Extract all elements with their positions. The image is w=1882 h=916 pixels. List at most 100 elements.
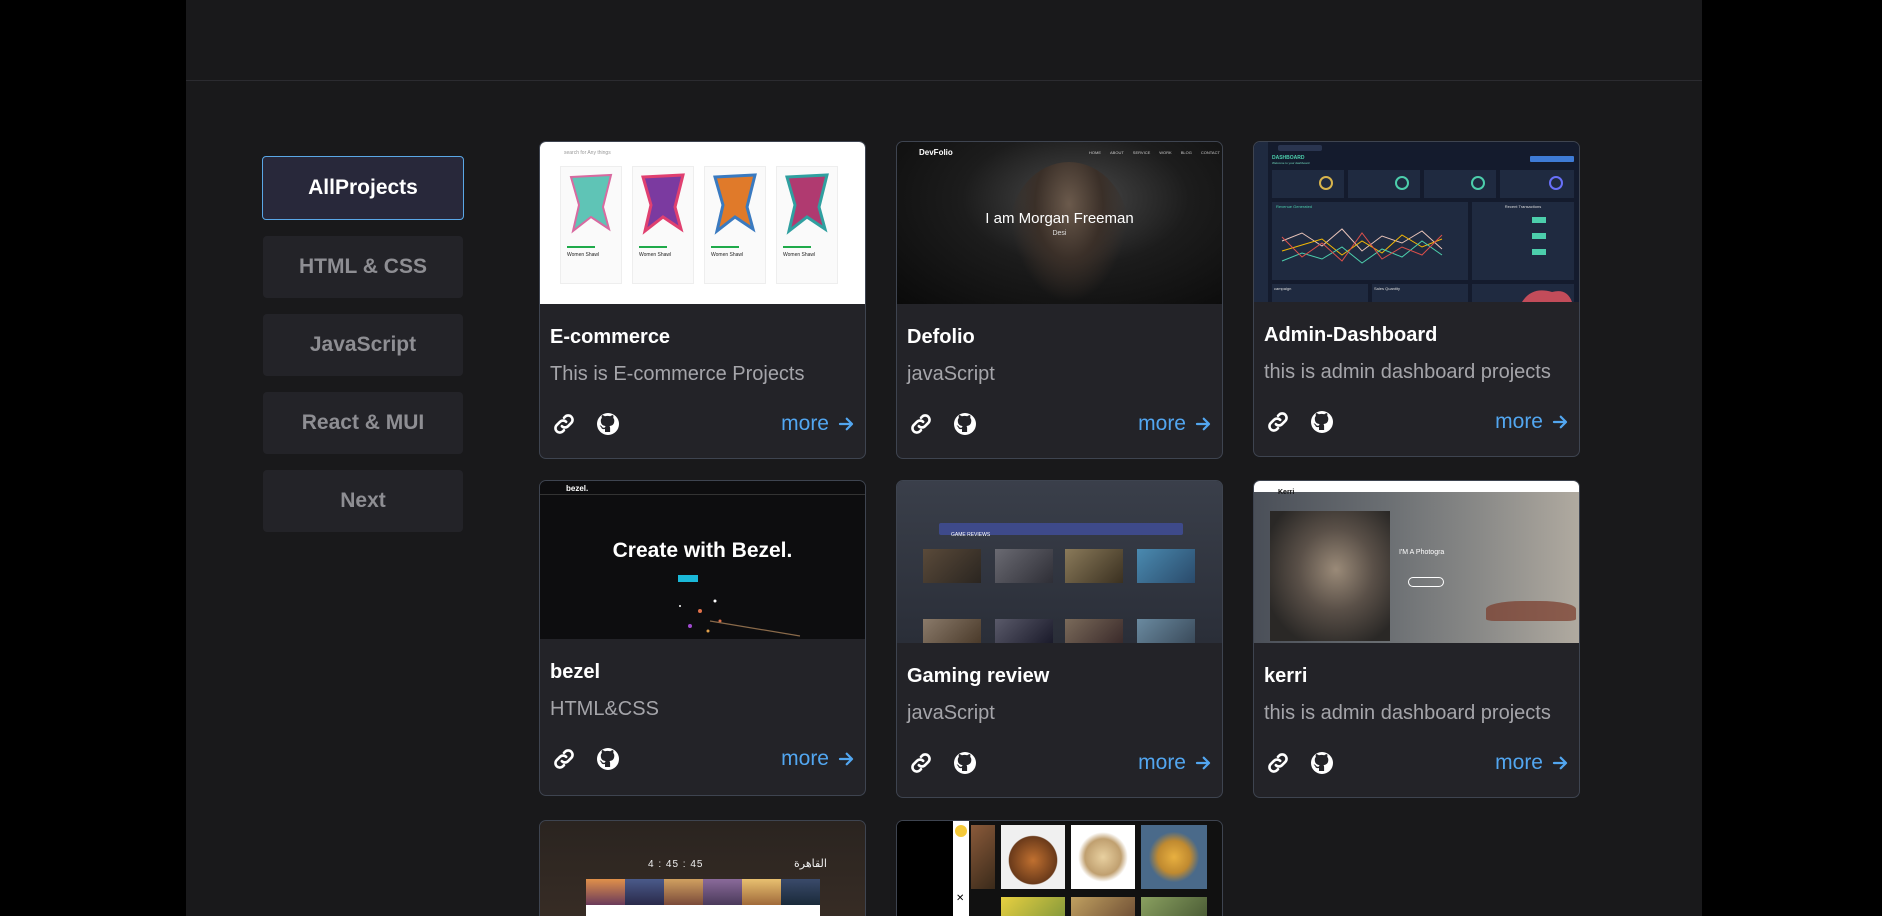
project-title: bezel [550,661,601,683]
project-card-kerri: Kerri I'M A Photogra kerri this is admin… [1253,480,1580,798]
project-thumbnail: DASHBOARD Welcome to your dashboard Reve… [1254,142,1579,302]
thumb-logo: GAME REVIEWS [951,532,991,538]
project-description: this is admin dashboard projects [1264,361,1551,383]
project-description: this is admin dashboard projects [1264,702,1551,724]
thumb-chart-title: Revenue Generated [1276,204,1313,209]
filter-javascript[interactable]: JavaScript [263,314,463,376]
project-thumbnail: GAME REVIEWS [897,481,1222,643]
thumb-headline: I am Morgan Freeman [985,210,1134,227]
github-icon[interactable] [951,749,979,777]
more-label: more [1138,751,1186,774]
more-link[interactable]: more [1138,412,1212,436]
thumb-photo [1270,511,1390,641]
more-label: more [1495,751,1543,774]
project-card-admin-dashboard: DASHBOARD Welcome to your dashboard Reve… [1253,141,1580,457]
more-link[interactable]: more [1495,751,1569,775]
project-title: Gaming review [907,665,1050,687]
project-actions: more [907,749,1212,777]
thumb-subheadline: Desi [1052,230,1067,237]
thumb-game-tile [1065,549,1123,583]
thumb-nav-item: ABOUT [1110,150,1124,155]
more-label: more [781,412,829,435]
thumb-game-tile [995,549,1053,583]
live-link-icon[interactable] [907,410,935,438]
thumb-nav: GAME REVIEWS [939,523,1183,538]
github-icon[interactable] [594,745,622,773]
project-title: E-commerce [550,326,671,348]
github-icon[interactable] [1308,749,1336,777]
project-description: This is E-commerce Projects [550,363,805,385]
thumb-boat [1486,601,1576,621]
thumb-download-button [1530,156,1574,162]
live-link-icon[interactable] [550,745,578,773]
project-thumbnail: DevFolio HOME ABOUT SERVICE WORK BLOG CO… [897,142,1222,304]
project-actions: more [550,745,855,773]
thumb-headline: I'M A Photogra [1399,549,1445,556]
thumb-game-tile [923,619,981,643]
thumb-transactions-title: Recent Transactions [1504,204,1542,209]
project-actions: more [907,410,1212,438]
project-description: javaScript [907,702,995,724]
project-actions: more [550,410,855,438]
thumb-food [1001,825,1065,889]
filter-html-css[interactable]: HTML & CSS [263,236,463,298]
live-link-icon[interactable] [1264,749,1292,777]
thumb-nav: HOME ABOUT SERVICE WORK BLOG CONTACT [1089,150,1220,155]
project-thumbnail: bezel. Create with Bezel. [540,481,865,639]
filter-all-projects[interactable]: AllProjects [262,156,464,220]
project-filter-list: AllProjects HTML & CSS JavaScript React … [262,156,464,548]
live-link-icon[interactable] [1264,408,1292,436]
arrow-right-icon [838,417,854,431]
thumb-sales: Sales Quantity [1372,284,1468,302]
project-card-food: ✕ [896,820,1223,916]
github-icon[interactable] [594,410,622,438]
project-title: Admin-Dashboard [1264,324,1438,346]
project-title: Defolio [907,326,975,348]
more-link[interactable]: more [1495,410,1569,434]
thumb-search [1278,145,1322,151]
more-link[interactable]: more [781,412,855,436]
thumb-product: Women Shawl [560,166,622,284]
github-icon[interactable] [1308,408,1336,436]
more-link[interactable]: more [781,747,855,771]
project-description: javaScript [907,363,995,385]
project-thumbnail: Kerri I'M A Photogra [1254,481,1579,643]
thumb-sidebar [1254,142,1268,302]
close-icon: ✕ [956,893,965,904]
thumb-game-tile [923,549,981,583]
thumb-game-tile [995,619,1053,643]
thumb-prayer-row [586,905,820,916]
thumb-headline: Create with Bezel. [612,539,793,562]
arrow-right-icon [1195,417,1211,431]
thumb-product: Women Shawl [632,166,694,284]
thumb-line-chart: Revenue Generated [1272,202,1468,280]
live-link-icon[interactable] [907,749,935,777]
filter-react-mui[interactable]: React & MUI [263,392,463,454]
thumb-food [1001,897,1065,916]
thumb-nav-item: WORK [1159,150,1172,155]
arrow-right-icon [838,752,854,766]
thumb-city: القاهرة [794,858,827,870]
page: AllProjects HTML & CSS JavaScript React … [186,0,1702,916]
more-link[interactable]: more [1138,751,1212,775]
thumb-campaign: campaign [1272,284,1368,302]
thumb-product: Women Shawl [704,166,766,284]
thumb-product: Women Shawl [776,166,838,284]
thumb-product-name: Women Shawl [639,252,672,258]
live-link-icon[interactable] [550,410,578,438]
thumb-food [1071,897,1135,916]
thumb-product-name: Women Shawl [711,252,744,258]
thumb-food [1071,825,1135,889]
filter-next[interactable]: Next [263,470,463,532]
thumb-emoji [955,825,967,837]
more-label: more [1495,410,1543,433]
thumb-subtitle: Welcome to your dashboard [1272,161,1310,165]
thumb-logo: bezel. [566,484,589,493]
thumb-game-tile [1137,619,1195,643]
more-label: more [1138,412,1186,435]
project-thumbnail: ✕ [897,821,1222,916]
github-icon[interactable] [951,410,979,438]
arrow-right-icon [1552,415,1568,429]
project-card-prayer-times: 4 : 45 : 45 القاهرة [539,820,866,916]
thumb-food [971,825,995,889]
